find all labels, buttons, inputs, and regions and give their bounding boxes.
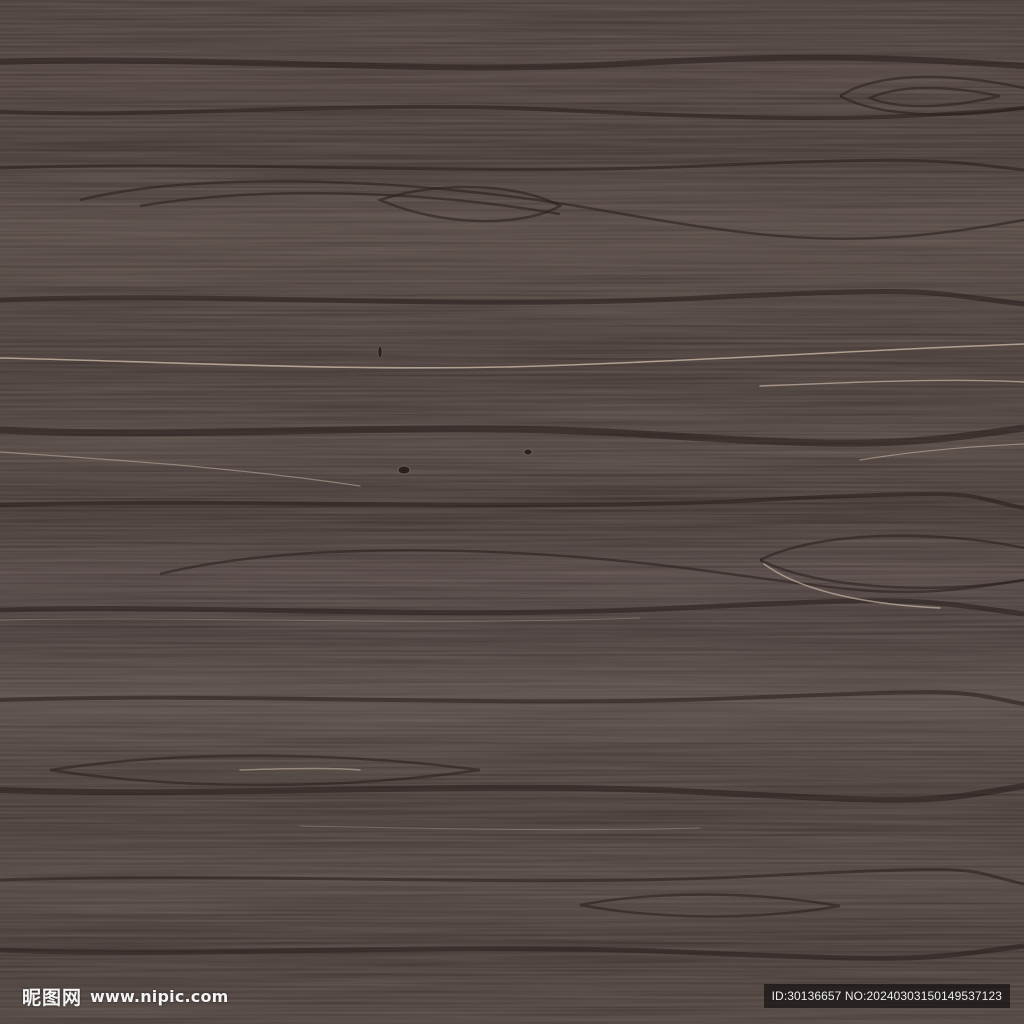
- watermark-id-badge: ID:30136657 NO:20240303150149537123: [763, 984, 1010, 1008]
- wood-grain-icon: [0, 0, 1024, 1024]
- watermark-id-text: ID:30136657 NO:20240303150149537123: [771, 989, 1002, 1003]
- wood-texture-image: 昵图网 www.nipic.com ID:30136657 NO:2024030…: [0, 0, 1024, 1024]
- nipic-watermark-logo: 昵图网 www.nipic.com: [22, 984, 229, 1009]
- watermark-brand: 昵图网: [22, 986, 83, 1009]
- watermark-url: www.nipic.com: [90, 986, 229, 1006]
